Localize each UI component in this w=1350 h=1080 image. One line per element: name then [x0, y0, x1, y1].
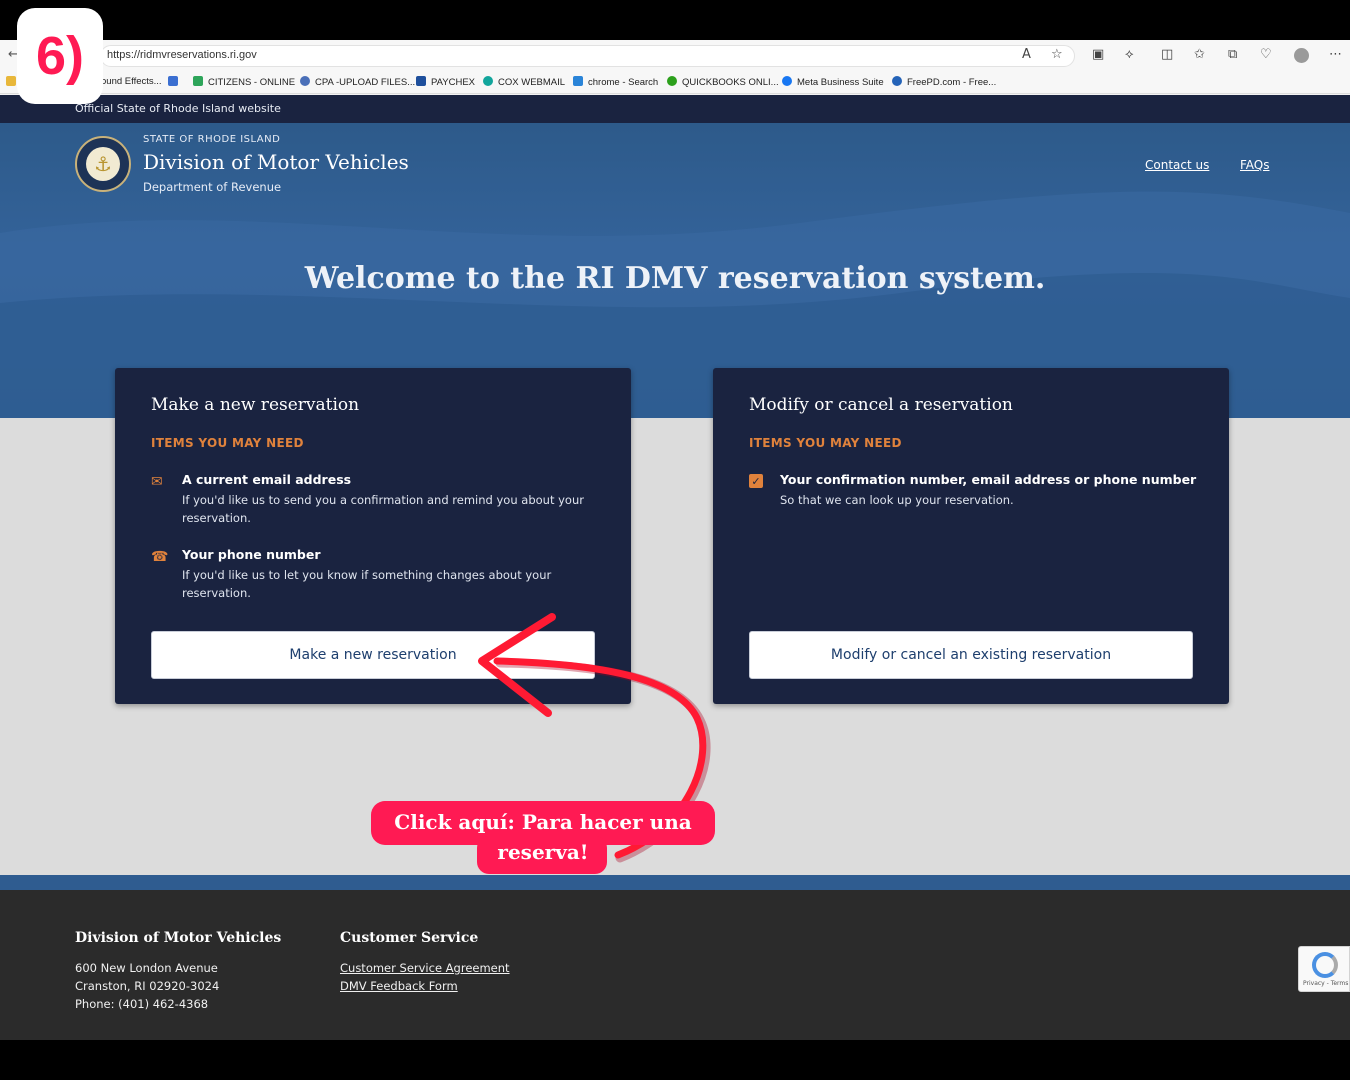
bookmark-meta[interactable]: Meta Business Suite: [782, 76, 884, 88]
recaptcha-badge[interactable]: Privacy - Terms: [1298, 946, 1350, 992]
footer-phone-line: Phone: (401) 462-4368: [75, 997, 209, 1011]
item-description: So that we can look up your reservation.: [780, 493, 1014, 507]
footer-city-line: Cranston, RI 02920-3024: [75, 979, 220, 993]
cpa-icon: [300, 76, 310, 86]
card-title: Modify or cancel a reservation: [749, 395, 1013, 415]
items-label: ITEMS YOU MAY NEED: [749, 436, 902, 450]
bookmark-cpa[interactable]: CPA -UPLOAD FILES...: [300, 76, 415, 88]
bookmark-cox[interactable]: COX WEBMAIL: [483, 76, 565, 88]
card-title: Make a new reservation: [151, 395, 360, 415]
dmv-feedback-form-link[interactable]: DMV Feedback Form: [340, 979, 458, 993]
puzzle-icon[interactable]: ⟡: [1125, 47, 1134, 62]
quickbooks-icon: [667, 76, 677, 86]
extension-icon[interactable]: ▣: [1092, 47, 1104, 62]
recaptcha-text: Privacy - Terms: [1303, 980, 1349, 987]
calendar-icon: [168, 76, 178, 86]
envelope-icon: ✉: [151, 474, 163, 490]
items-label: ITEMS YOU MAY NEED: [151, 436, 304, 450]
department-label: Department of Revenue: [143, 180, 282, 194]
checkbox-icon: ✓: [749, 474, 763, 488]
customer-service-agreement-link[interactable]: Customer Service Agreement: [340, 961, 510, 975]
more-menu-icon[interactable]: ⋯: [1329, 47, 1342, 62]
state-label: STATE OF RHODE ISLAND: [143, 134, 281, 145]
browser-window: ← https://ridmvreservations.ri.gov A ☆ ▣…: [0, 40, 1350, 1040]
bookmark-calendar[interactable]: [168, 76, 183, 88]
bookmark-sound-effects[interactable]: ound Effects...: [101, 76, 162, 87]
read-aloud-icon[interactable]: A: [1022, 47, 1031, 62]
bookmarks-bar: 0 ound Effects... CITIZENS - ONLINE CPA …: [0, 72, 1350, 94]
item-title: A current email address: [182, 472, 352, 487]
item-email: ✉ A current email address If you'd like …: [151, 472, 601, 532]
site-footer: Division of Motor Vehicles 600 New Londo…: [0, 875, 1350, 1040]
make-new-reservation-button[interactable]: Make a new reservation: [151, 631, 595, 679]
item-title: Your confirmation number, email address …: [780, 472, 1197, 487]
folder-icon: [6, 76, 16, 86]
footer-dmv-heading: Division of Motor Vehicles: [75, 930, 282, 946]
profile-avatar-icon[interactable]: [1294, 48, 1309, 63]
modify-reservation-card: Modify or cancel a reservation ITEMS YOU…: [713, 368, 1229, 704]
meta-icon: [782, 76, 792, 86]
heart-icon[interactable]: ♡: [1260, 47, 1272, 62]
bookmark-bing[interactable]: chrome - Search: [573, 76, 658, 88]
new-reservation-card: Make a new reservation ITEMS YOU MAY NEE…: [115, 368, 631, 704]
cox-icon: [483, 76, 493, 86]
callout-text: Click aquí: Para hacer una reserva!: [394, 810, 692, 864]
agency-name[interactable]: Division of Motor Vehicles: [143, 150, 409, 174]
official-banner: Official State of Rhode Island website: [0, 95, 1350, 123]
item-confirmation: ✓ Your confirmation number, email addres…: [749, 472, 1199, 512]
paychex-icon: [416, 76, 426, 86]
freepd-icon: [892, 76, 902, 86]
site-page: Official State of Rhode Island website ⚓…: [0, 95, 1350, 1040]
url-text: https://ridmvreservations.ri.gov: [107, 49, 257, 61]
footer-address-line: 600 New London Avenue: [75, 961, 218, 975]
bing-icon: [573, 76, 583, 86]
step-number-badge: 6): [17, 8, 103, 104]
footer-customer-service-heading: Customer Service: [340, 930, 479, 946]
citizens-icon: [193, 76, 203, 86]
welcome-heading: Welcome to the RI DMV reservation system…: [304, 261, 1046, 296]
ri-state-seal[interactable]: ⚓: [75, 136, 131, 192]
recaptcha-icon: [1312, 952, 1338, 978]
anchor-icon: ⚓: [86, 147, 120, 181]
bookmark-quickbooks[interactable]: QUICKBOOKS ONLI...: [667, 76, 779, 88]
item-description: If you'd like us to send you a confirmat…: [182, 493, 584, 525]
favorites-icon[interactable]: ✩: [1194, 47, 1205, 62]
official-banner-text: Official State of Rhode Island website: [75, 102, 281, 115]
faqs-link[interactable]: FAQs: [1240, 158, 1270, 172]
item-description: If you'd like us to let you know if some…: [182, 568, 552, 600]
phone-icon: ☎: [151, 549, 169, 565]
address-bar-row: ← https://ridmvreservations.ri.gov A ☆ ▣…: [0, 40, 1350, 72]
bookmark-freepd[interactable]: FreePD.com - Free...: [892, 76, 996, 88]
item-phone: ☎ Your phone number If you'd like us to …: [151, 547, 601, 607]
address-bar[interactable]: https://ridmvreservations.ri.gov: [100, 45, 1075, 67]
contact-us-link[interactable]: Contact us: [1145, 158, 1209, 172]
split-screen-icon[interactable]: ◫: [1161, 47, 1173, 62]
modify-cancel-reservation-button[interactable]: Modify or cancel an existing reservation: [749, 631, 1193, 679]
favorite-star-icon[interactable]: ☆: [1051, 47, 1063, 62]
bookmark-paychex[interactable]: PAYCHEX: [416, 76, 475, 88]
collections-icon[interactable]: ⧉: [1228, 47, 1237, 62]
screenshot-frame: ← https://ridmvreservations.ri.gov A ☆ ▣…: [0, 0, 1350, 1080]
bookmark-citizens[interactable]: CITIZENS - ONLINE: [193, 76, 295, 88]
item-title: Your phone number: [182, 547, 321, 562]
